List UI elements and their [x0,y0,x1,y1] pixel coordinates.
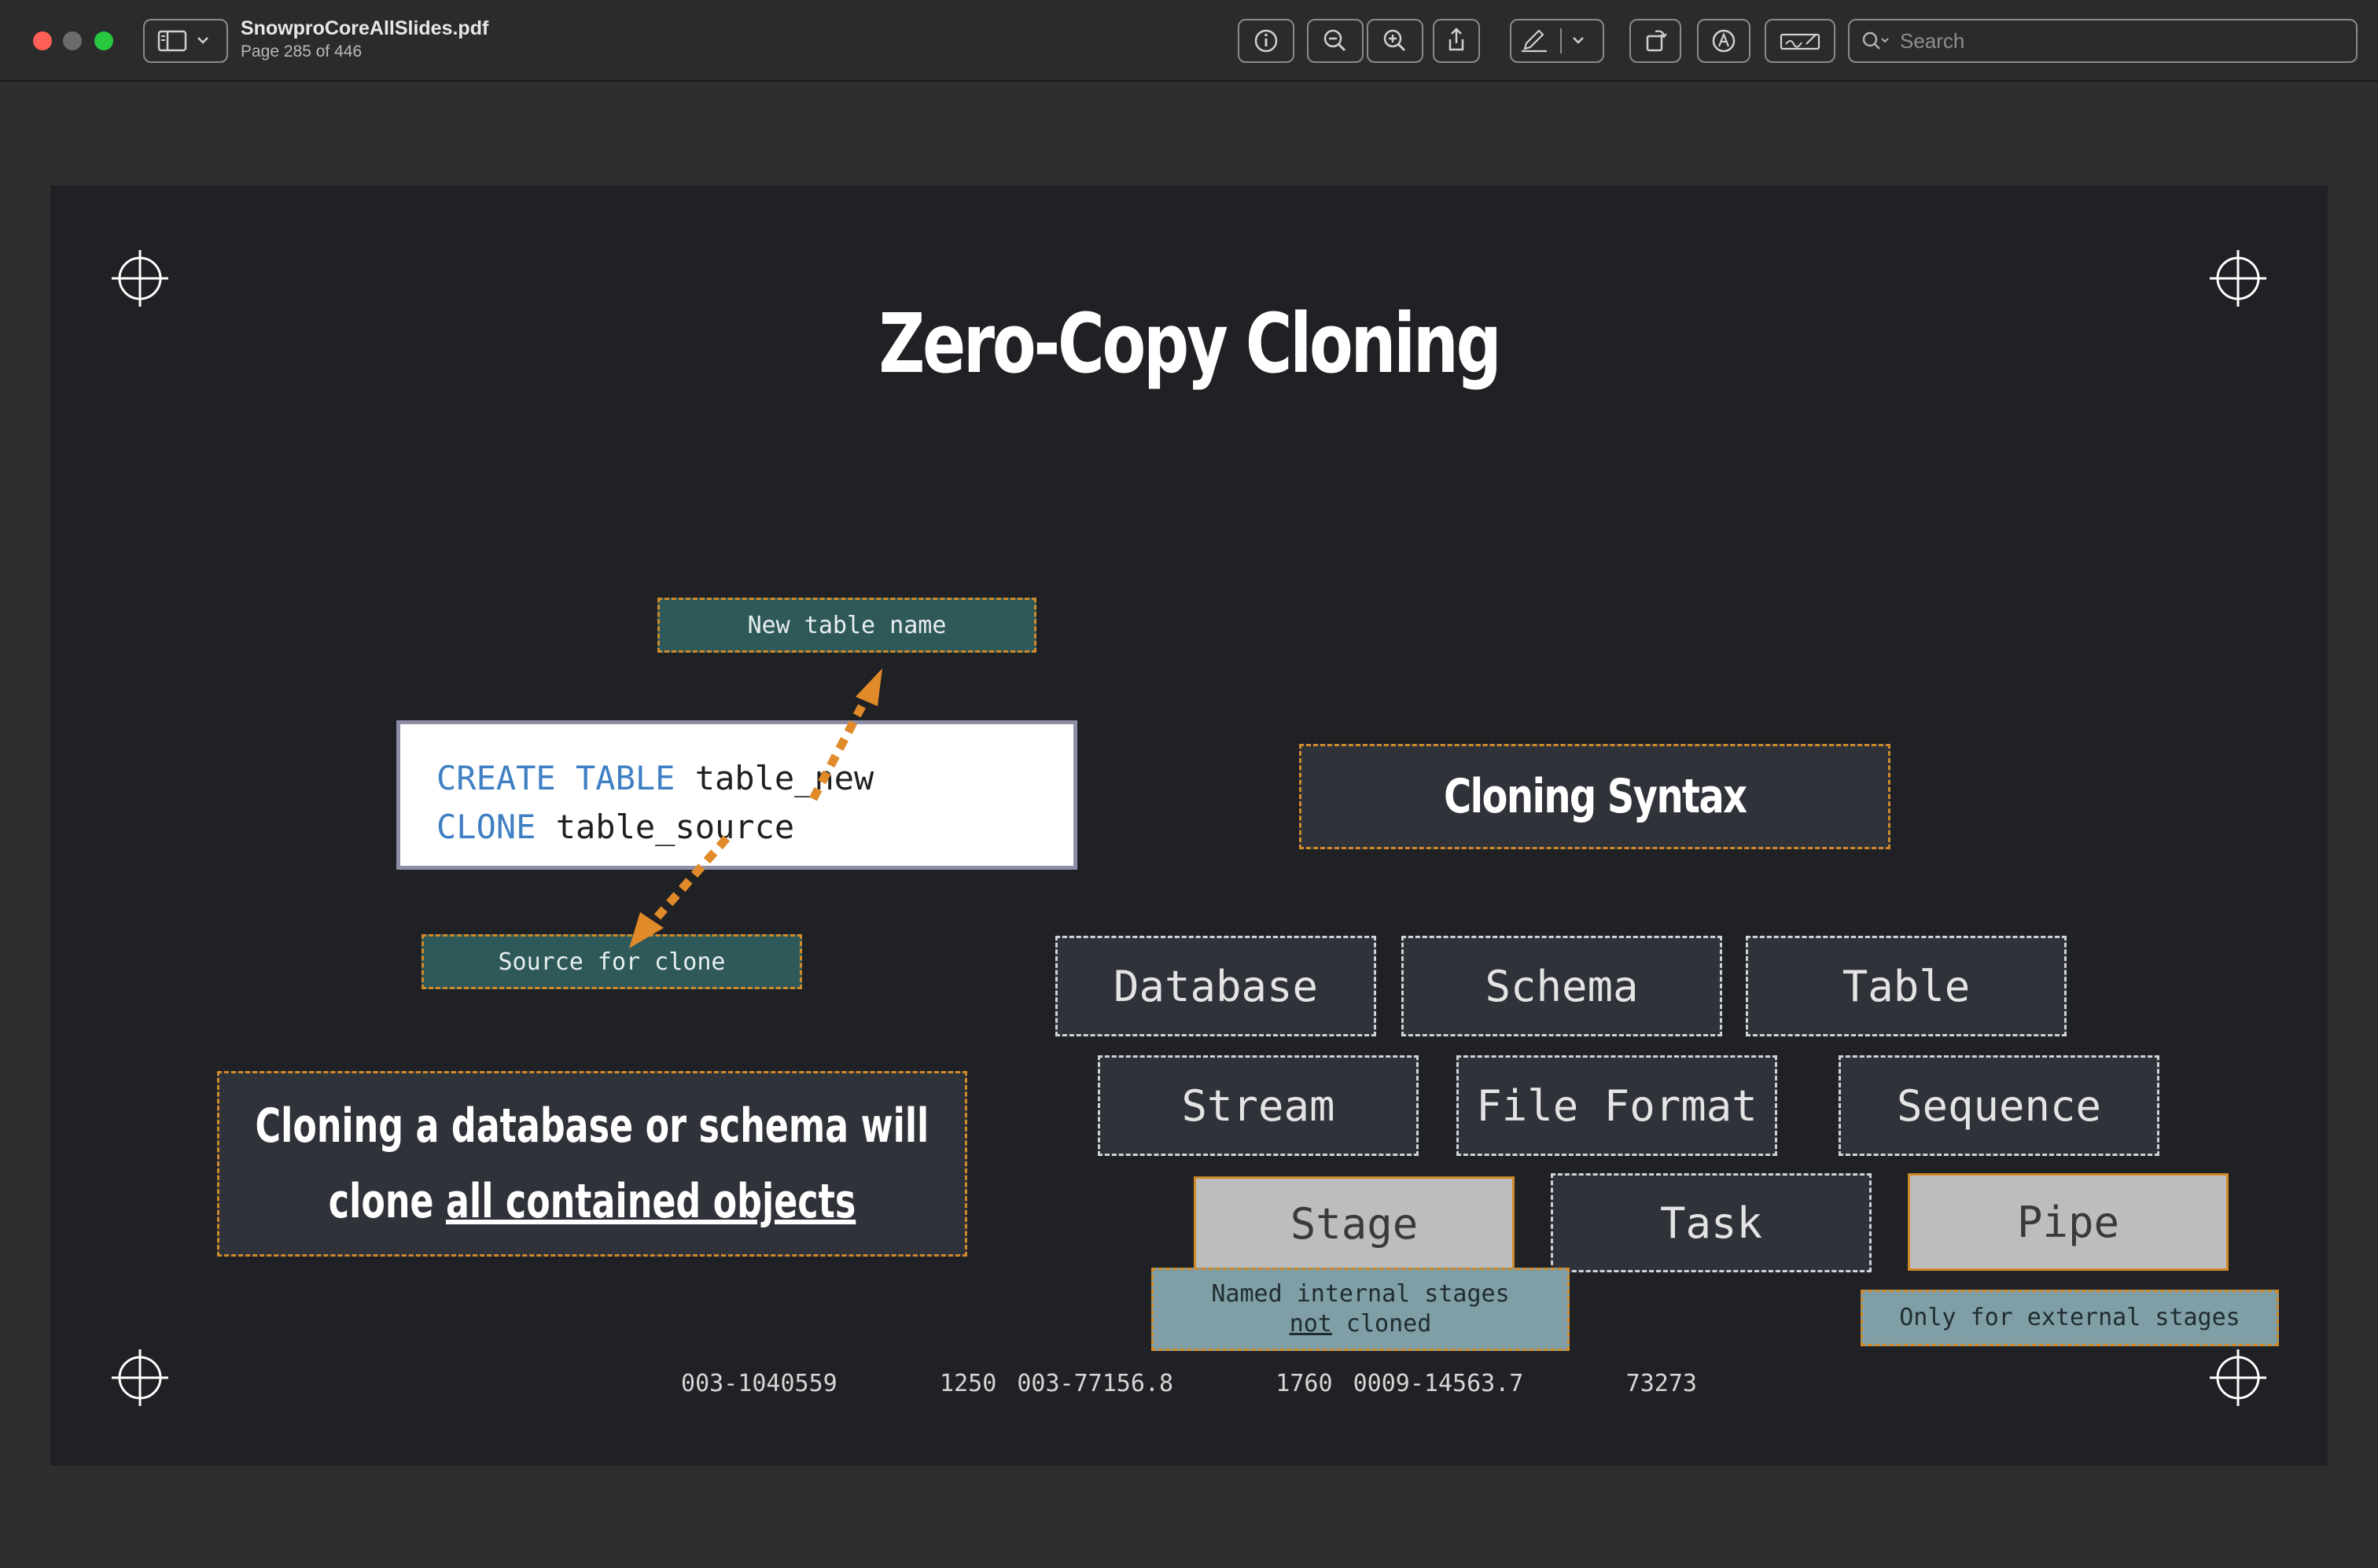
arrow-to-new-table [809,668,882,801]
slide-footer: 003-1040559 1250 003-77156.8 1760 0009-1… [681,1370,1697,1397]
callout-line-2: clone all contained objects [329,1164,856,1239]
annotate-button[interactable] [1697,19,1750,63]
info-icon [1254,29,1278,53]
minimize-window-button[interactable] [63,31,82,50]
code-keyword: CREATE TABLE [436,759,675,797]
window-toolbar: SnowproCoreAllSlides.pdf Page 285 of 446 [0,0,2378,82]
markup-button[interactable] [1510,19,1604,63]
callout-underlined: all contained objects [445,1174,856,1229]
rotate-icon [1646,30,1667,52]
sidebar-toggle-button[interactable] [143,19,228,63]
object-pipe: Pipe [1908,1173,2229,1271]
cloning-syntax-header: Cloning Syntax [1299,744,1890,849]
annotate-icon [1712,29,1736,53]
search-field[interactable] [1848,19,2358,63]
pipe-note: Only for external stages [1861,1290,2279,1346]
object-stage: Stage [1194,1176,1515,1271]
object-table: Table [1746,936,2067,1036]
slide-title: Zero-Copy Cloning [878,296,1501,392]
object-database: Database [1055,936,1376,1036]
page-indicator: Page 285 of 446 [241,42,363,61]
stage-note-line-1: Named internal stages [1211,1280,1510,1308]
object-task: Task [1551,1173,1872,1272]
object-stream: Stream [1098,1055,1419,1156]
document-title: SnowproCoreAllSlides.pdf [241,17,489,39]
markup-pen-icon [1522,28,1584,53]
callout-prefix: clone [328,1174,446,1229]
share-button[interactable] [1433,19,1480,63]
info-button[interactable] [1238,19,1294,63]
signature-button[interactable] [1765,19,1835,63]
rotate-button[interactable] [1629,19,1681,63]
slide-page: Zero-Copy Cloning New table name Source … [50,186,2328,1466]
zoom-window-button[interactable] [94,31,113,50]
signature-icon [1780,33,1820,50]
crosshair-icon [112,250,168,307]
object-sequence: Sequence [1839,1055,2159,1156]
sidebar-icon [157,30,208,52]
zoom-out-button[interactable] [1307,19,1364,63]
stage-note-rest: cloned [1331,1310,1432,1338]
callout-box: Cloning a database or schema will clone … [217,1071,967,1257]
stage-note-line-2: not cloned [1290,1309,1432,1339]
close-window-button[interactable] [33,31,52,50]
search-icon [1862,31,1889,50]
zoom-out-icon [1323,29,1346,52]
object-file-format: File Format [1456,1055,1777,1156]
code-line-1: CREATE TABLE table_new [436,754,1037,803]
object-schema: Schema [1401,936,1722,1036]
cloning-syntax-label: Cloning Syntax [1443,769,1747,824]
arrow-to-source [629,835,731,948]
stage-note: Named internal stages not cloned [1151,1268,1570,1351]
search-input[interactable] [1900,28,2340,53]
share-icon [1449,28,1464,51]
code-keyword: CLONE [436,808,536,846]
zoom-in-button[interactable] [1367,19,1423,63]
zoom-in-icon [1383,29,1406,52]
stage-note-emphasis: not [1289,1310,1332,1338]
new-table-tag: New table name [657,598,1036,653]
crosshair-icon [2210,250,2266,307]
callout-line-1: Cloning a database or schema will [255,1099,929,1154]
